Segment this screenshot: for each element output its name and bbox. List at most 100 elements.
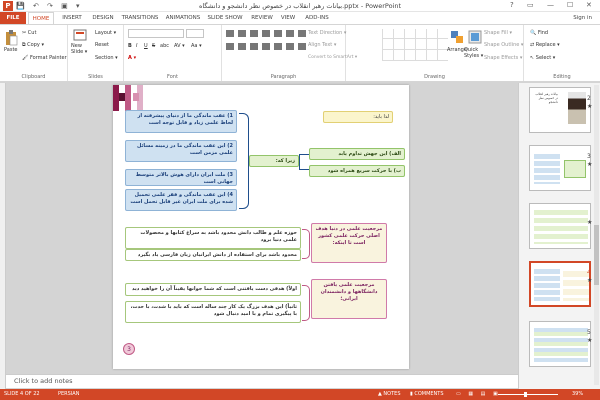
zoom-slider-thumb[interactable] [524, 392, 527, 397]
quick-styles-icon[interactable] [468, 30, 482, 44]
scrollbar-thumb[interactable] [594, 225, 599, 285]
tab-design[interactable]: DESIGN [88, 12, 118, 24]
bold-button[interactable]: B [128, 43, 132, 49]
portrait-image [568, 92, 586, 124]
font-group: B I U S abc AV ▾ Aa ▾ A ▾ Font [124, 25, 222, 81]
thumb-content [534, 269, 560, 301]
thumb-star-5: ★ [587, 337, 593, 344]
underline-button[interactable]: U [144, 43, 148, 49]
slide-thumbnail-4-selected[interactable] [529, 261, 591, 307]
slide-thumbnail-2[interactable] [529, 145, 591, 191]
list-buttons[interactable] [226, 30, 306, 37]
close-button[interactable]: ✕ [586, 1, 592, 9]
editing-group: 🔍 Find ⇄ Replace ▾ ↖ Select ▾ Editing [524, 25, 600, 81]
thumb-caption: بیانات رهبر انقلاب در خصوص نظر دانشجو [535, 92, 558, 104]
thumb-star-2: ★ [587, 161, 593, 168]
slide-thumbnail-5[interactable] [529, 321, 591, 367]
italic-button[interactable]: I [136, 43, 137, 49]
shape-effects-button[interactable]: Shape Effects ▾ [484, 55, 522, 61]
find-button[interactable]: 🔍 Find [530, 30, 548, 36]
new-slide-button[interactable]: New Slide ▾ [71, 43, 93, 55]
tab-home[interactable]: HOME [28, 12, 54, 24]
copy-label: Copy ▾ [27, 42, 44, 48]
maximize-button[interactable]: ☐ [567, 1, 573, 9]
font-color-button[interactable]: A ▾ [128, 55, 136, 61]
shape-fill-button[interactable]: Shape Fill ▾ [484, 30, 512, 36]
point-1-text: 1) عقب ماندگی ما از دنیای پیشرفته از لحا… [137, 113, 233, 126]
tab-review[interactable]: REVIEW [248, 12, 276, 24]
view-buttons[interactable]: ▭ ▦ ▤ ▣ [456, 391, 501, 397]
slides-group: New Slide ▾ Layout ▾ Reset Section ▾ Sli… [68, 25, 124, 81]
align-buttons[interactable] [226, 43, 306, 50]
format-painter-button[interactable]: 🖌 Format Painter [22, 55, 67, 61]
select-button[interactable]: ↖ Select ▾ [530, 55, 555, 61]
select-label: Select ▾ [535, 55, 556, 61]
goal-box-1: مرجعیت علمی در دنیا هدف اصلی حرکت علمی ک… [311, 223, 387, 263]
thumbnails-scrollbar[interactable] [594, 85, 599, 385]
char-spacing-button[interactable]: AV ▾ [174, 43, 185, 49]
lower-text-1-text: اولاً) هدفی دست یافتنی است که شما جوانها… [131, 286, 297, 292]
status-bar: SLIDE 4 OF 22 PERSIAN ▲ NOTES ▮ COMMENTS… [0, 389, 600, 400]
cut-button[interactable]: ✂ Cut [22, 30, 36, 36]
sign-in-link[interactable]: Sign in [573, 12, 592, 24]
copy-button[interactable]: ⧉ Copy ▾ [22, 42, 44, 48]
middle-text-box: حوزه علم و طالب دانش محدود باشد به سراغ … [125, 227, 301, 249]
layout-button[interactable]: Layout ▾ [95, 30, 116, 36]
tab-slide-show[interactable]: SLIDE SHOW [205, 12, 245, 24]
drawing-group: Arrange Quick Styles ▾ Shape Fill ▾ Shap… [346, 25, 524, 81]
slide-thumbnail-3[interactable] [529, 203, 591, 249]
right-point-b-text: ب) با حرکت سریع همراه شود [327, 168, 401, 174]
middle-brace [302, 229, 310, 259]
replace-button[interactable]: ⇄ Replace ▾ [530, 42, 560, 48]
slide-editing-area: لذا باید: 1) عقب ماندگی ما از دنیای پیشر… [6, 83, 518, 375]
zoom-level[interactable]: 39% [572, 391, 583, 397]
help-icon[interactable]: ? [510, 1, 514, 9]
notes-placeholder: Click to add notes [14, 377, 73, 385]
comments-button[interactable]: ▮ COMMENTS [410, 391, 444, 397]
shapes-gallery[interactable] [382, 29, 448, 61]
font-size-dropdown[interactable] [186, 29, 204, 38]
tab-transitions[interactable]: TRANSITIONS [118, 12, 162, 24]
arrange-icon[interactable] [450, 30, 464, 44]
paste-icon[interactable] [4, 30, 18, 46]
find-label: Find [537, 30, 549, 36]
change-case-button[interactable]: Aa ▾ [191, 43, 202, 49]
decorative-pattern-row [113, 93, 173, 101]
ribbon-display-icon[interactable]: ▭ [527, 1, 534, 9]
drawing-label: Drawing [424, 74, 445, 80]
paragraph-label: Paragraph [270, 74, 297, 80]
tab-animations[interactable]: ANIMATIONS [162, 12, 204, 24]
new-slide-icon[interactable] [73, 29, 87, 41]
thumb-content [534, 210, 588, 244]
language-indicator[interactable]: PERSIAN [58, 391, 79, 397]
notes-pane[interactable]: Click to add notes [6, 374, 518, 388]
thumb-content [534, 154, 560, 184]
notes-button[interactable]: ▲ NOTES [378, 391, 401, 397]
font-name-dropdown[interactable] [128, 29, 184, 38]
right-point-a: الف) این جهش تداوم یابد [309, 148, 405, 160]
slide-thumbnails-panel: بیانات رهبر انقلاب در خصوص نظر دانشجو 2 … [518, 83, 600, 389]
strikethrough-button[interactable]: S [152, 43, 155, 49]
goal-box-2: مرجعیت علمی یافتن دانشگاهها و دانشمندان … [311, 279, 387, 319]
text-direction-button[interactable]: Text Direction ▾ [308, 30, 346, 36]
reset-button[interactable]: Reset [95, 42, 109, 48]
zoom-slider[interactable] [498, 394, 558, 395]
binoculars-icon: 🔍 [530, 30, 538, 36]
center-label-text: زیرا که: [275, 158, 295, 164]
tab-add-ins[interactable]: ADD-INS [301, 12, 333, 24]
thumb-content [564, 160, 586, 178]
tab-file[interactable]: FILE [0, 12, 26, 24]
tab-insert[interactable]: INSERT [58, 12, 86, 24]
format-painter-label: Format Painter [29, 55, 67, 61]
tab-view[interactable]: VIEW [277, 12, 299, 24]
slide-canvas[interactable]: لذا باید: 1) عقب ماندگی ما از دنیای پیشر… [113, 85, 409, 369]
shadow-button[interactable]: abc [160, 43, 169, 49]
paste-button[interactable]: Paste [4, 47, 18, 53]
page-number-badge: 3 [123, 343, 135, 355]
section-button[interactable]: Section ▾ [95, 55, 118, 61]
minimize-button[interactable]: — [547, 1, 554, 9]
middle-text-box-2: محدود باشد برای استفاده از دانش ایرانیان… [125, 249, 301, 261]
shape-outline-button[interactable]: Shape Outline ▾ [484, 42, 523, 48]
slide-thumbnail-1[interactable]: بیانات رهبر انقلاب در خصوص نظر دانشجو [529, 87, 591, 133]
align-text-button[interactable]: Align Text ▾ [308, 42, 336, 48]
